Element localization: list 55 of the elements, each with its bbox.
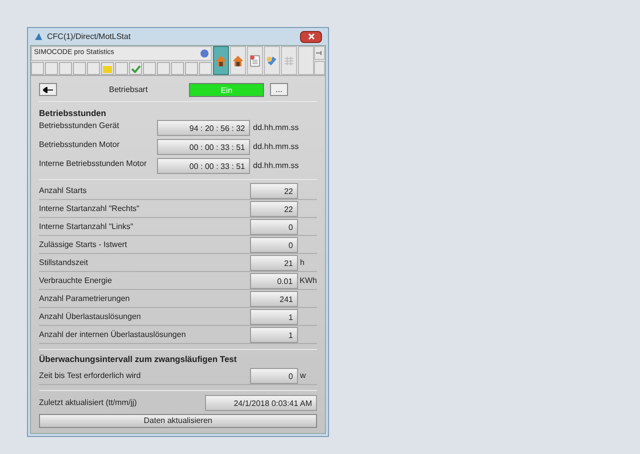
row-label: Anzahl der internen Überlastauslösungen: [39, 328, 187, 340]
unit-label: KWh: [300, 274, 317, 286]
row-label: Betriebsstunden Gerät: [39, 120, 120, 130]
app-icon: [34, 32, 43, 41]
value-field: 0.01: [250, 272, 298, 288]
value-field: 00 : 00 : 33 : 51: [157, 158, 250, 174]
close-button[interactable]: [300, 30, 322, 42]
value-field: 94 : 20 : 56 : 32: [157, 120, 250, 136]
row-label: Stillstandszeit: [39, 256, 89, 268]
row-label: Anzahl Parametrierungen: [39, 292, 131, 304]
value-field: 24/1/2018 0:03:41 AM: [204, 395, 317, 411]
row-label: Zuletzt aktualisiert (tt/mm/jj): [39, 397, 138, 409]
value-field: 1: [250, 326, 298, 342]
row-label: Zulässige Starts - Istwert: [39, 238, 128, 250]
toolbar-button[interactable]: [247, 46, 263, 75]
document-icon: [248, 52, 262, 68]
value-field: 241: [250, 290, 298, 306]
pin-icon: [316, 50, 323, 56]
unit-label: w: [300, 370, 306, 382]
value-field: 0: [250, 236, 298, 252]
info-icon: [200, 49, 209, 58]
unit-label: dd.hh.mm.ss: [253, 141, 299, 153]
value-field: 0: [250, 218, 298, 234]
value-field: 0: [250, 368, 298, 384]
row-label: Anzahl Starts: [39, 184, 88, 196]
toolbar-button[interactable]: [213, 46, 229, 75]
window-title: CFC(1)/Direct/MotLStat: [47, 30, 131, 42]
row-label: Interne Startanzahl "Links": [39, 220, 134, 232]
toolbar-button[interactable]: [230, 46, 246, 75]
row-label: Interne Startanzahl "Rechts": [39, 202, 140, 214]
more-button[interactable]: ...: [270, 83, 288, 96]
row-label: Betriebsstunden Motor: [39, 139, 120, 149]
row-label: Verbrauchte Energie: [39, 274, 113, 286]
check-icon: [130, 64, 140, 72]
folder-icon: [103, 64, 112, 72]
mode-indicator: Ein: [189, 82, 264, 96]
arrow-left-icon: [43, 86, 53, 92]
value-field: 00 : 00 : 33 : 51: [157, 139, 250, 155]
section-heading: Betriebsstunden: [39, 107, 108, 120]
unit-label: dd.hh.mm.ss: [253, 122, 299, 134]
row-label: Anzahl Überlastauslösungen: [39, 310, 142, 322]
unit-label: dd.hh.mm.ss: [253, 160, 299, 172]
mode-label: Betriebsart: [109, 84, 149, 96]
refresh-button[interactable]: Daten aktualisieren: [39, 414, 317, 428]
row-label: Zeit bis Test erforderlich wird: [39, 370, 142, 382]
close-icon: [308, 33, 314, 40]
value-field: 21: [250, 254, 298, 270]
value-field: 22: [250, 200, 298, 216]
back-button[interactable]: [39, 83, 57, 96]
row-label: Interne Betriebsstunden Motor: [39, 158, 148, 168]
unit-label: h: [300, 256, 304, 268]
value-field: 1: [250, 308, 298, 324]
pin-button[interactable]: [314, 46, 325, 60]
section-heading: Überwachungsintervall zum zwangsläufigen Test: [39, 353, 238, 366]
value-field: 22: [250, 182, 298, 198]
